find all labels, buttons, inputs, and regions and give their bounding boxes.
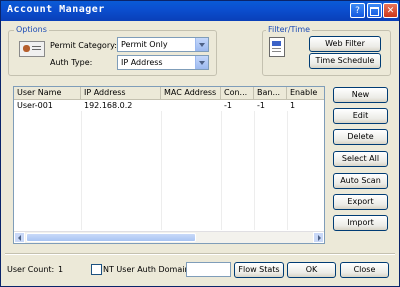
column-header-mac-address[interactable]: MAC Address: [161, 87, 221, 99]
column-header-user-name[interactable]: User Name: [14, 87, 81, 99]
title-bar[interactable]: Account Manager ? ✕: [1, 1, 399, 21]
auth-type-value: IP Address: [121, 58, 163, 67]
nt-auth-domain-input[interactable]: [186, 262, 231, 277]
column-header-ip-address[interactable]: IP Address: [81, 87, 161, 99]
cell-mac-address: [161, 100, 221, 111]
options-group: Options Permit Category: Permit Only Aut…: [8, 25, 217, 76]
delete-button[interactable]: Delete: [333, 129, 388, 145]
user-card-icon: [19, 41, 45, 57]
window-title: Account Manager: [7, 4, 105, 15]
cell-user-name: User-001: [17, 101, 53, 110]
time-schedule-button[interactable]: Time Schedule: [309, 53, 381, 69]
grid-line: [221, 111, 222, 230]
nt-auth-checkbox[interactable]: [91, 264, 102, 275]
table-header: User Name IP Address MAC Address Con... …: [14, 87, 324, 100]
nt-auth-label: NT User Auth Domain:: [103, 265, 193, 274]
edit-button[interactable]: Edit: [333, 108, 388, 124]
grid-line: [287, 111, 288, 230]
close-window-button[interactable]: ✕: [383, 3, 398, 18]
grid-line: [254, 111, 255, 230]
user-count-label: User Count:: [7, 265, 55, 274]
scroll-left-button[interactable]: [14, 232, 25, 243]
auto-scan-button[interactable]: Auto Scan: [333, 173, 388, 189]
chevron-down-icon: [195, 56, 208, 69]
flow-stats-button[interactable]: Flow Stats: [234, 262, 284, 278]
chevron-down-icon: [195, 38, 208, 51]
chevron-right-icon: [318, 235, 321, 241]
filter-time-group-label: Filter/Time: [266, 25, 313, 34]
document-icon: [269, 37, 285, 57]
cell-ban: -1: [257, 101, 265, 110]
column-header-enable[interactable]: Enable: [287, 87, 324, 99]
help-button[interactable]: ?: [350, 3, 365, 18]
horizontal-scrollbar[interactable]: [14, 231, 324, 243]
permit-category-value: Permit Only: [121, 40, 168, 49]
column-header-con[interactable]: Con...: [221, 87, 254, 99]
scrollbar-thumb[interactable]: [26, 233, 196, 242]
account-manager-window: Account Manager ? ✕ Options Permit Categ…: [0, 0, 400, 287]
nt-auth-domain-value: [187, 263, 189, 272]
new-button[interactable]: New: [333, 87, 388, 103]
user-list-table[interactable]: User Name IP Address MAC Address Con... …: [13, 86, 325, 244]
cell-ip-address: 192.168.0.2: [84, 101, 133, 110]
cell-enable: 1: [290, 101, 296, 110]
permit-category-label: Permit Category:: [50, 41, 117, 50]
grid-line: [161, 111, 162, 230]
auth-type-select[interactable]: IP Address: [117, 55, 209, 70]
close-button[interactable]: Close: [340, 262, 389, 278]
options-group-label: Options: [14, 25, 49, 34]
auth-type-label: Auth Type:: [50, 58, 93, 67]
column-header-ban[interactable]: Ban...: [254, 87, 287, 99]
chevron-left-icon: [18, 235, 21, 241]
table-row[interactable]: User-001 192.168.0.2 -1 -1 1: [14, 100, 324, 111]
select-all-button[interactable]: Select All: [333, 151, 388, 167]
export-button[interactable]: Export: [333, 194, 388, 210]
import-button[interactable]: Import: [333, 215, 388, 231]
grid-line: [81, 111, 82, 230]
ok-button[interactable]: OK: [287, 262, 336, 278]
cell-con: -1: [224, 101, 232, 110]
permit-category-select[interactable]: Permit Only: [117, 37, 209, 52]
filter-time-group: Filter/Time Web Filter Time Schedule: [262, 25, 391, 76]
scroll-right-button[interactable]: [313, 232, 324, 243]
maximize-icon: [370, 7, 379, 16]
close-icon: ✕: [386, 6, 395, 16]
user-count-value: 1: [58, 265, 64, 274]
maximize-button[interactable]: [367, 3, 382, 18]
footer-separator: [5, 253, 395, 255]
web-filter-button[interactable]: Web Filter: [309, 36, 381, 52]
